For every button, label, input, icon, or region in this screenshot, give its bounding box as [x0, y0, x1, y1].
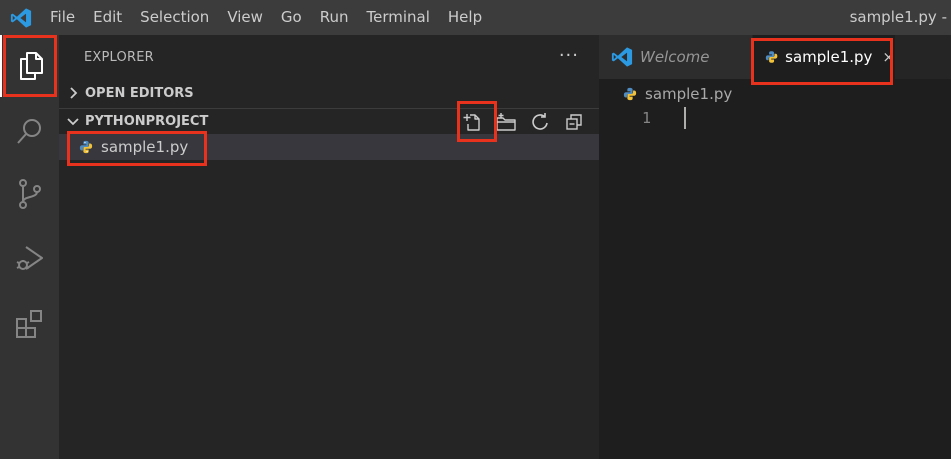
vscode-logo-icon: [0, 0, 42, 35]
menu-view[interactable]: View: [218, 0, 272, 35]
chevron-down-icon: [59, 117, 85, 127]
python-icon: [623, 87, 637, 101]
tab-welcome[interactable]: Welcome: [599, 35, 753, 79]
explorer-sidebar: EXPLORER ··· OPEN EDITORS PYTHONPROJECT: [59, 35, 599, 459]
menu-selection[interactable]: Selection: [131, 0, 218, 35]
extensions-icon: [15, 310, 42, 338]
open-editors-label: OPEN EDITORS: [85, 85, 194, 101]
search-icon: [16, 119, 41, 144]
highlight-active-tab: [751, 38, 893, 85]
section-open-editors[interactable]: OPEN EDITORS: [59, 80, 599, 106]
activity-bar: [0, 35, 59, 459]
activity-search[interactable]: [0, 100, 59, 162]
highlight-explorer: [3, 35, 57, 97]
collapse-all-icon: [566, 114, 582, 130]
activity-run-debug[interactable]: [0, 227, 59, 289]
menu-run[interactable]: Run: [311, 0, 358, 35]
highlight-new-file: [457, 101, 497, 142]
activity-extensions[interactable]: [0, 293, 59, 355]
refresh-icon: [532, 113, 548, 130]
line-number: 1: [642, 109, 652, 127]
menu-file[interactable]: File: [42, 0, 84, 35]
explorer-header: EXPLORER ···: [59, 35, 599, 79]
activity-source-control[interactable]: [0, 163, 59, 225]
vscode-icon: [611, 47, 633, 67]
window-title: sample1.py -: [849, 8, 947, 26]
collapse-all-button[interactable]: [557, 109, 591, 135]
editor-area: Welcome sample1.py × sample1.py 1: [599, 35, 951, 459]
text-cursor[interactable]: [684, 107, 686, 129]
project-label: PYTHONPROJECT: [85, 114, 209, 129]
menu-help[interactable]: Help: [439, 0, 491, 35]
source-control-icon: [18, 179, 41, 209]
more-actions-icon[interactable]: ···: [559, 45, 579, 66]
menu-terminal[interactable]: Terminal: [358, 0, 439, 35]
menu-edit[interactable]: Edit: [84, 0, 131, 35]
menu-bar: File Edit Selection View Go Run Terminal…: [42, 0, 491, 35]
new-folder-icon: [496, 113, 516, 131]
menu-go[interactable]: Go: [272, 0, 311, 35]
highlight-file-item: [67, 131, 207, 166]
breadcrumb[interactable]: sample1.py: [623, 83, 732, 105]
chevron-right-icon: [59, 87, 85, 99]
tab-welcome-label: Welcome: [640, 48, 710, 66]
run-debug-icon: [16, 246, 43, 270]
explorer-title: EXPLORER: [84, 49, 154, 65]
refresh-button[interactable]: [523, 109, 557, 135]
title-bar: File Edit Selection View Go Run Terminal…: [0, 0, 951, 35]
breadcrumb-file: sample1.py: [645, 85, 733, 103]
